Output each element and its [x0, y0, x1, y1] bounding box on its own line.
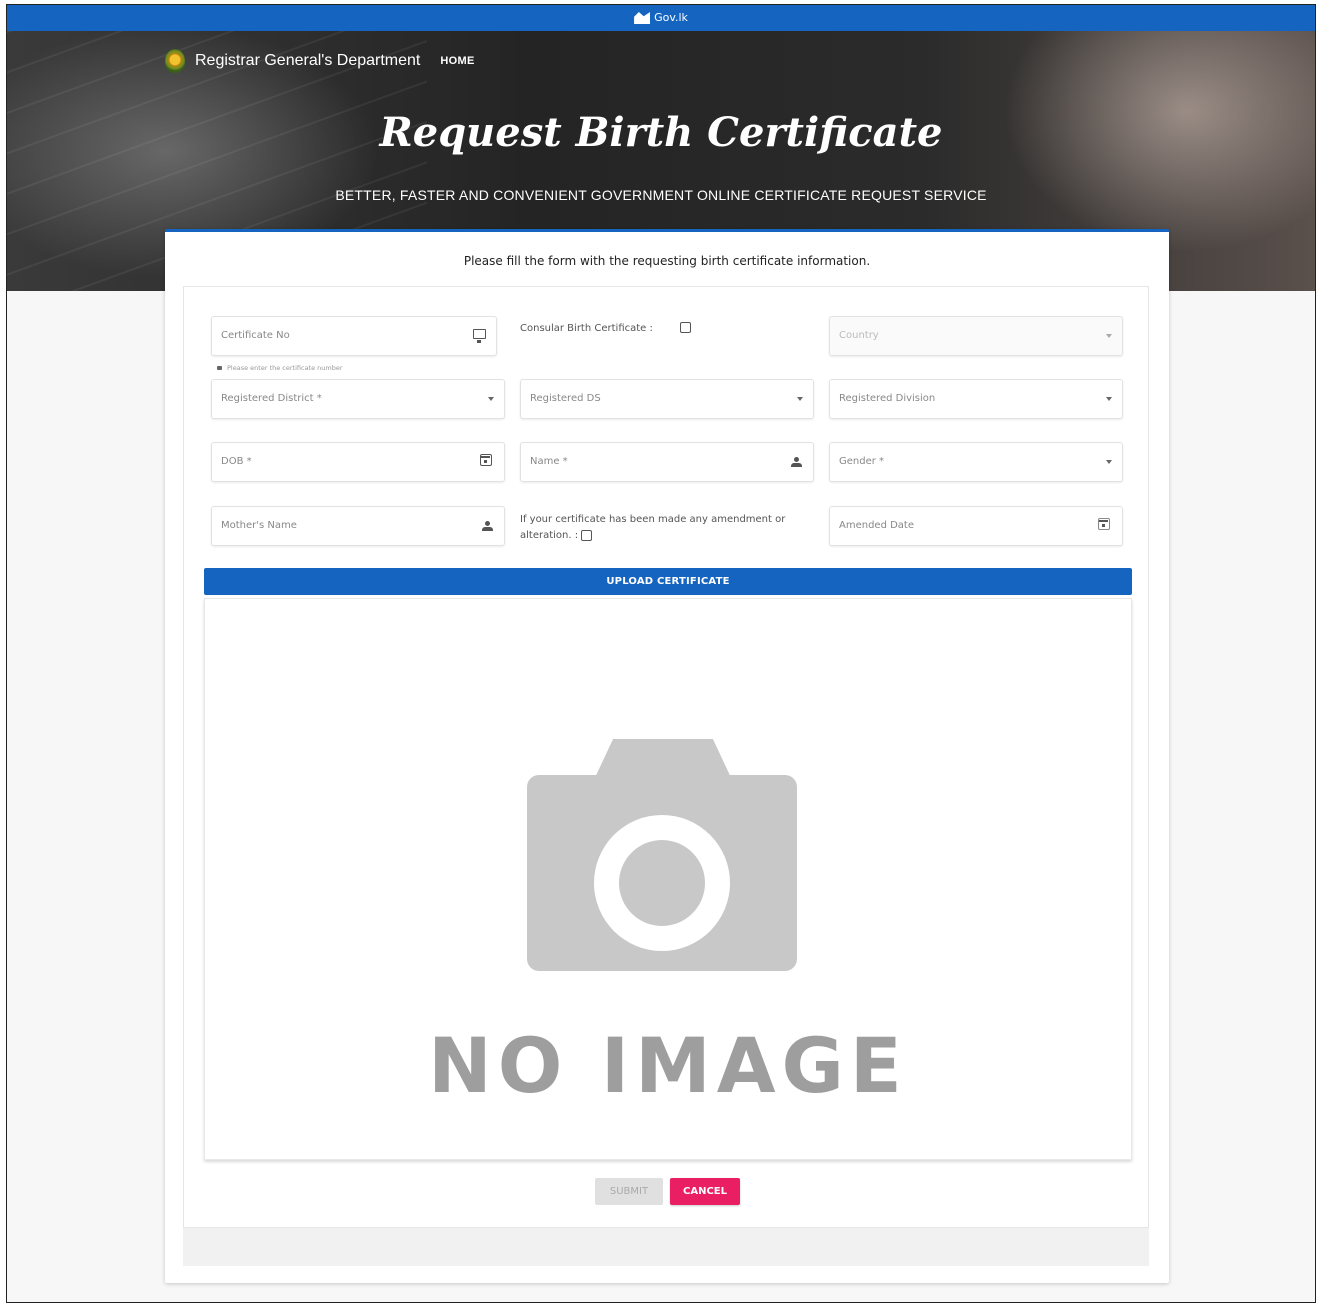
name-input[interactable]: Name * [520, 442, 814, 482]
amendment-label-line2: alteration. : [520, 530, 579, 541]
camera-icon [527, 739, 797, 971]
cancel-button[interactable]: CANCEL [670, 1178, 740, 1205]
amended-date-placeholder: Amended Date [839, 520, 914, 531]
calendar-icon[interactable] [1098, 518, 1110, 530]
chevron-down-icon [1106, 334, 1112, 338]
submit-button[interactable]: SUBMIT [595, 1178, 663, 1205]
gender-select[interactable]: Gender * [829, 442, 1123, 482]
consular-label: Consular Birth Certificate : [520, 323, 653, 334]
mothers-name-placeholder: Mother's Name [221, 520, 297, 531]
page-title: Request Birth Certificate [379, 109, 943, 156]
form-intro: Please fill the form with the requesting… [463, 254, 871, 268]
page-subtitle: BETTER, FASTER AND CONVENIENT GOVERNMENT… [335, 187, 987, 203]
registered-district-placeholder: Registered District * [221, 393, 322, 404]
gov-lk-label: Gov.lk [654, 11, 688, 24]
dob-input[interactable]: DOB * [211, 442, 505, 482]
registered-ds-select[interactable]: Registered DS [520, 379, 814, 419]
certificate-no-hint: Please enter the certificate number [217, 364, 343, 372]
gender-placeholder: Gender * [839, 456, 885, 467]
person-icon [482, 521, 493, 531]
header-brand: Registrar General's Department HOME [165, 49, 475, 73]
certificate-no-input[interactable]: Certificate No [211, 316, 497, 356]
mothers-name-input[interactable]: Mother's Name [211, 506, 505, 546]
amended-date-input[interactable]: Amended Date [829, 506, 1123, 546]
sri-lanka-emblem-icon [165, 49, 185, 73]
person-icon [791, 457, 802, 467]
calendar-icon[interactable] [480, 454, 492, 466]
chevron-down-icon [1106, 397, 1112, 401]
dob-placeholder: DOB * [221, 456, 252, 467]
upload-certificate-button[interactable]: UPLOAD CERTIFICATE [204, 568, 1132, 595]
registered-division-placeholder: Registered Division [839, 393, 936, 404]
no-image-text: NO IMAGE [428, 1021, 908, 1110]
chevron-down-icon [797, 397, 803, 401]
certificate-preview: NO IMAGE [204, 598, 1132, 1160]
registered-district-select[interactable]: Registered District * [211, 379, 505, 419]
consular-label-row: Consular Birth Certificate : [520, 321, 692, 337]
nav-home-link[interactable]: HOME [440, 55, 474, 67]
gov-topbar[interactable]: Gov.lk [7, 5, 1315, 31]
country-select[interactable]: Country [829, 316, 1123, 356]
country-placeholder: Country [839, 330, 879, 341]
amendment-label-line1: If your certificate has been made any am… [520, 514, 786, 525]
name-placeholder: Name * [530, 456, 568, 467]
amendment-label-block: If your certificate has been made any am… [520, 512, 820, 544]
registered-division-select[interactable]: Registered Division [829, 379, 1123, 419]
form-footer [183, 1228, 1149, 1266]
consular-checkbox[interactable] [680, 321, 692, 333]
amendment-checkbox[interactable] [581, 529, 593, 541]
brand-name[interactable]: Registrar General's Department [195, 52, 420, 70]
certificate-no-hint-text: Please enter the certificate number [227, 364, 343, 372]
chevron-down-icon [488, 397, 494, 401]
chevron-down-icon [1106, 460, 1112, 464]
certificate-no-placeholder: Certificate No [221, 330, 290, 341]
browser-viewport: Gov.lk Registrar General's Department HO… [6, 4, 1316, 1303]
gov-lk-logo-icon [634, 12, 651, 24]
monitor-icon [473, 329, 486, 343]
hint-icon [217, 366, 222, 370]
registered-ds-placeholder: Registered DS [530, 393, 601, 404]
